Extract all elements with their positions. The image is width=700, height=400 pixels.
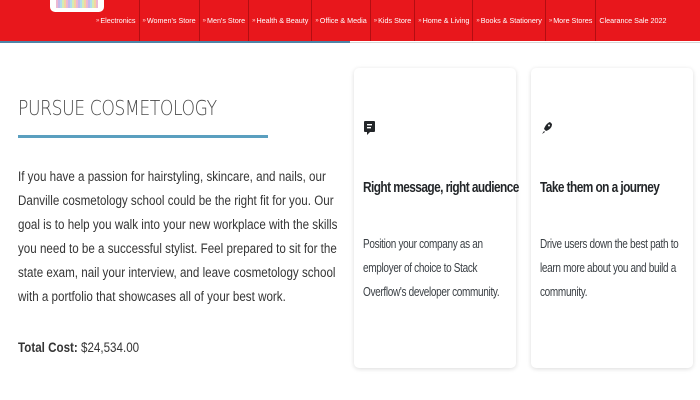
logo-graphic <box>56 0 98 8</box>
header-divider <box>0 41 350 43</box>
nav-item-label: Books & Stationery <box>480 16 542 25</box>
nav-item-kids-store[interactable]: » Kids Store <box>371 0 416 41</box>
nav-item-mens-store[interactable]: » Men's Store <box>200 0 250 41</box>
nav-item-electronics[interactable]: » Electronics <box>93 0 140 41</box>
total-cost-label: Total Cost: <box>18 340 78 355</box>
feature-card-message: Right message, right audience Position y… <box>354 68 519 368</box>
nav-item-label: Kids Store <box>378 16 412 25</box>
chat-bubble-icon <box>363 120 377 136</box>
nav-menu: » Electronics » Women's Store » Men's St… <box>93 0 669 41</box>
rocket-icon <box>540 120 554 136</box>
nav-item-label: Health & Beauty <box>256 16 309 25</box>
card-text: Drive users down the best path to learn … <box>540 237 679 299</box>
nav-bullet-icon: » <box>418 17 422 24</box>
top-navigation-bar: » Electronics » Women's Store » Men's St… <box>0 0 700 41</box>
nav-item-more-stores[interactable]: » More Stores <box>546 0 597 41</box>
nav-bullet-icon: » <box>252 17 256 24</box>
nav-item-label: Men's Store <box>206 16 246 25</box>
nav-bullet-icon: » <box>315 17 319 24</box>
page-title: PURSUE COSMETOLOGY <box>18 96 217 120</box>
nav-item-clearance-sale[interactable]: Clearance Sale 2022 <box>596 0 669 41</box>
nav-bullet-icon: » <box>548 17 553 24</box>
nav-item-label: Women's Store <box>146 16 196 25</box>
card-text: Position your company as an employer of … <box>363 237 500 299</box>
nav-bullet-icon: » <box>476 17 480 24</box>
nav-item-label: Office & Media <box>319 16 367 25</box>
nav-item-label: Home & Living <box>422 16 470 25</box>
program-description: If you have a passion for hairstyling, s… <box>18 169 338 304</box>
nav-item-label: More Stores <box>553 16 593 25</box>
nav-bullet-icon: » <box>96 17 100 24</box>
nav-bullet-icon: » <box>202 17 206 24</box>
nav-item-home-living[interactable]: » Home & Living <box>415 0 474 41</box>
nav-item-office-media[interactable]: » Office & Media <box>312 0 371 41</box>
nav-item-womens-store[interactable]: » Women's Store <box>140 0 200 41</box>
nav-bullet-icon: » <box>373 17 378 24</box>
nav-item-label: Clearance Sale 2022 <box>599 16 667 25</box>
card-title: Right message, right audience <box>363 180 519 196</box>
total-cost-value: $24,534.00 <box>81 340 140 355</box>
total-cost: Total Cost: $24,534.00 <box>18 340 139 355</box>
nav-item-books-stationery[interactable]: » Books & Stationery <box>473 0 546 41</box>
card-title: Take them on a journey <box>540 180 660 196</box>
title-underline <box>18 135 268 138</box>
feature-card-journey: Take them on a journey Drive users down … <box>531 68 693 368</box>
header-divider-gray <box>350 42 700 43</box>
nav-item-health-beauty[interactable]: » Health & Beauty <box>249 0 313 41</box>
nav-bullet-icon: » <box>142 17 146 24</box>
nav-item-label: Electronics <box>100 16 136 25</box>
